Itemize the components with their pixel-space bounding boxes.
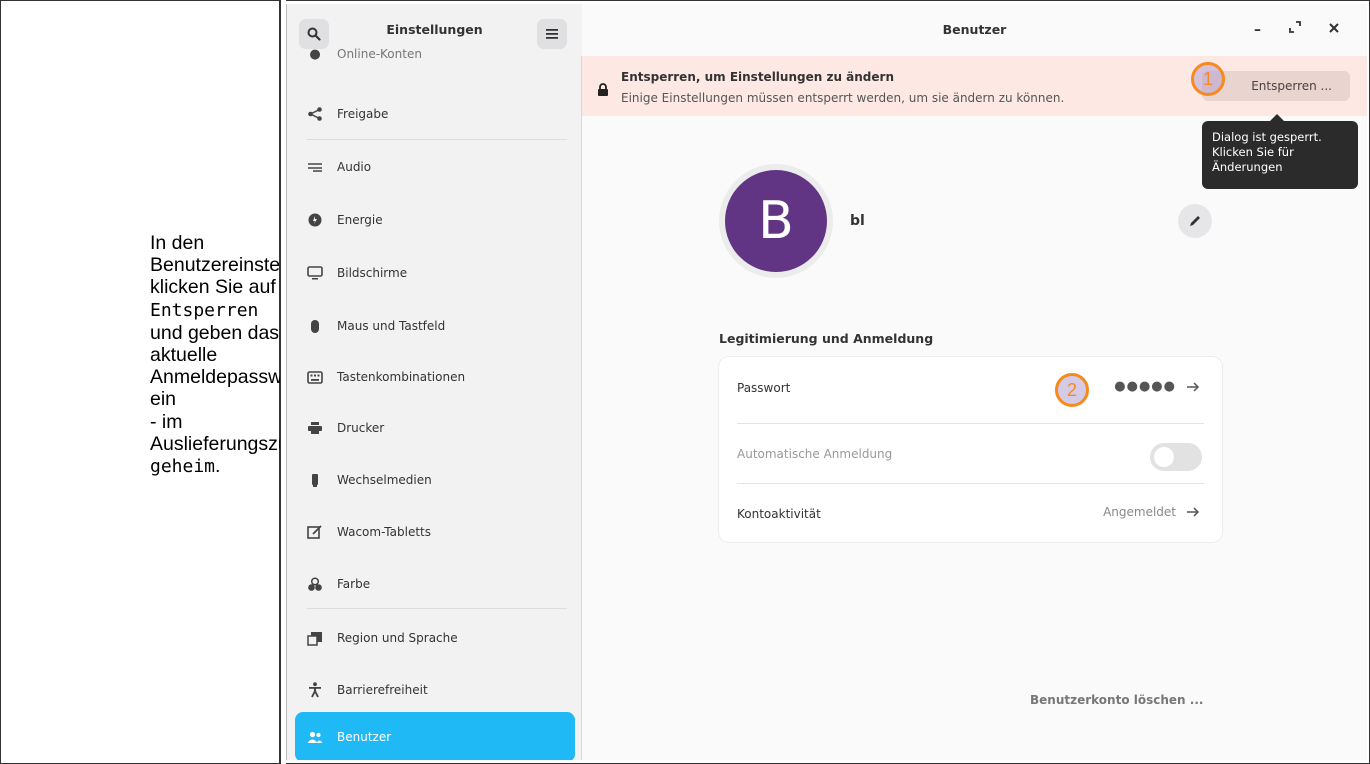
sidebar-item-label: Barrierefreiheit bbox=[337, 683, 428, 697]
auth-card: Passwort ●●●●● 2 Automatische Anmeldung … bbox=[719, 357, 1222, 542]
sidebar-item-mouse[interactable]: Maus und Tastfeld bbox=[295, 304, 575, 348]
instruction-line: aktuelle bbox=[150, 344, 218, 367]
users-icon bbox=[307, 729, 323, 745]
avatar: B bbox=[725, 170, 827, 272]
tooltip-line: Änderungen bbox=[1212, 160, 1283, 174]
sidebar-item-label: Tastenkombinationen bbox=[337, 370, 466, 384]
sidebar-item-label: Energie bbox=[337, 213, 383, 227]
instruction-text: In den Benutzereinstellungen klicken Sie… bbox=[150, 232, 343, 478]
display-icon bbox=[307, 265, 323, 281]
username: bl bbox=[850, 213, 865, 229]
sidebar-item-label: Farbe bbox=[337, 577, 371, 591]
audio-icon bbox=[307, 159, 323, 175]
sidebar-item-label: Audio bbox=[337, 160, 372, 174]
sidebar-item-label: Freigabe bbox=[337, 107, 389, 121]
sidebar-item-power[interactable]: Energie bbox=[295, 198, 575, 242]
power-icon bbox=[307, 212, 323, 228]
sidebar-item-color[interactable]: Farbe bbox=[295, 562, 575, 606]
settings-window: Einstellungen ● Online-Konten Freigabe A… bbox=[286, 4, 1367, 760]
edit-name-button[interactable] bbox=[1178, 204, 1212, 238]
main-pane: Benutzer – Entsperren, um Einstellungen … bbox=[582, 4, 1367, 760]
activity-status: Angemeldet bbox=[1103, 505, 1176, 519]
sidebar-item-label: Drucker bbox=[337, 421, 385, 435]
step-marker: 1 bbox=[1191, 62, 1225, 96]
sidebar-item-label: Benutzer bbox=[337, 730, 392, 744]
instruction-code: geheim bbox=[150, 456, 216, 478]
region-icon bbox=[307, 630, 323, 646]
close-button[interactable] bbox=[1328, 22, 1340, 38]
printer-icon bbox=[307, 420, 323, 436]
sidebar: Einstellungen ● Online-Konten Freigabe A… bbox=[287, 4, 582, 760]
sidebar-item-audio[interactable]: Audio bbox=[295, 145, 575, 189]
step-marker: 2 bbox=[1055, 373, 1089, 407]
share-icon bbox=[307, 106, 323, 122]
tooltip-line: Dialog ist gesperrt. bbox=[1212, 130, 1322, 144]
banner-title: Entsperren, um Einstellungen zu ändern bbox=[621, 70, 894, 84]
keyboard-icon bbox=[307, 369, 323, 385]
sidebar-title: Einstellungen bbox=[386, 22, 483, 37]
instruction-line: . bbox=[215, 455, 221, 478]
activity-value: Angemeldet bbox=[1103, 505, 1200, 519]
instruction-line: - im bbox=[150, 410, 183, 433]
autologin-label: Automatische Anmeldung bbox=[737, 447, 893, 461]
sidebar-item-region[interactable]: Region und Sprache bbox=[295, 616, 575, 660]
autologin-row: Automatische Anmeldung bbox=[719, 423, 1222, 483]
instruction-cell: In den Benutzereinstellungen klicken Sie… bbox=[0, 0, 343, 764]
autologin-switch[interactable] bbox=[1150, 443, 1202, 471]
maximize-button[interactable] bbox=[1288, 20, 1302, 38]
sidebar-item-accessibility[interactable]: Barrierefreiheit bbox=[295, 668, 575, 712]
instruction-line: klicken Sie auf bbox=[150, 276, 276, 299]
activity-label: Kontoaktivität bbox=[737, 507, 821, 521]
sidebar-item-removable-media[interactable]: Wechselmedien bbox=[295, 458, 575, 502]
instruction-code: Entsperren bbox=[150, 299, 259, 321]
password-row[interactable]: Passwort ●●●●● bbox=[719, 357, 1222, 417]
tooltip-line: Klicken Sie für bbox=[1212, 145, 1294, 159]
online-accounts-icon: ● bbox=[309, 46, 321, 62]
mouse-icon bbox=[307, 318, 323, 334]
pencil-icon bbox=[1190, 216, 1200, 226]
sidebar-item-sharing[interactable]: Freigabe bbox=[295, 92, 575, 136]
locked-tooltip: Dialog ist gesperrt. Klicken Sie für Änd… bbox=[1202, 114, 1358, 189]
maximize-icon bbox=[1289, 21, 1301, 33]
search-icon bbox=[307, 27, 321, 41]
activity-row[interactable]: Kontoaktivität Angemeldet bbox=[719, 483, 1222, 543]
accessibility-icon bbox=[307, 682, 323, 698]
password-value: ●●●●● bbox=[1114, 379, 1200, 394]
arrow-right-icon bbox=[1187, 507, 1200, 517]
password-dots: ●●●●● bbox=[1114, 379, 1176, 394]
password-label: Passwort bbox=[737, 381, 791, 395]
switch-knob bbox=[1154, 447, 1174, 467]
banner-subtitle: Einige Einstellungen müssen entsperrt we… bbox=[621, 91, 1065, 105]
sidebar-separator bbox=[307, 139, 567, 140]
lock-icon bbox=[598, 83, 608, 96]
sidebar-item-label: Wechselmedien bbox=[337, 473, 432, 487]
delete-account-button[interactable]: Benutzerkonto löschen ... bbox=[1030, 693, 1203, 707]
hamburger-icon bbox=[546, 29, 558, 39]
minimize-icon: – bbox=[1254, 22, 1261, 38]
tablet-icon bbox=[307, 524, 323, 540]
main-header: Benutzer – bbox=[582, 4, 1367, 56]
sidebar-item-wacom[interactable]: Wacom-Tabletts bbox=[295, 510, 575, 554]
close-icon bbox=[1329, 23, 1339, 33]
sidebar-separator bbox=[307, 608, 567, 609]
sidebar-item-printers[interactable]: Drucker bbox=[295, 406, 575, 450]
minimize-button[interactable]: – bbox=[1254, 22, 1261, 38]
instruction-line: und geben das bbox=[150, 321, 280, 344]
sidebar-item-label: Online-Konten bbox=[337, 47, 422, 61]
sidebar-item-label: Region und Sprache bbox=[337, 631, 458, 645]
sidebar-item-label: Wacom-Tabletts bbox=[337, 525, 432, 539]
sidebar-item-users[interactable]: Benutzer bbox=[295, 712, 575, 760]
removable-media-icon bbox=[307, 472, 323, 488]
sidebar-item-label: Bildschirme bbox=[337, 266, 408, 280]
sidebar-item-online-accounts[interactable]: ● Online-Konten bbox=[295, 42, 575, 66]
sidebar-item-keyboard[interactable]: Tastenkombinationen bbox=[295, 355, 575, 399]
arrow-right-icon bbox=[1187, 381, 1200, 392]
color-icon bbox=[307, 576, 323, 592]
page-title: Benutzer bbox=[942, 22, 1007, 37]
instruction-line: In den bbox=[150, 232, 205, 254]
section-title: Legitimierung und Anmeldung bbox=[719, 331, 934, 346]
sidebar-item-label: Maus und Tastfeld bbox=[337, 319, 446, 333]
sidebar-item-displays[interactable]: Bildschirme bbox=[295, 251, 575, 295]
